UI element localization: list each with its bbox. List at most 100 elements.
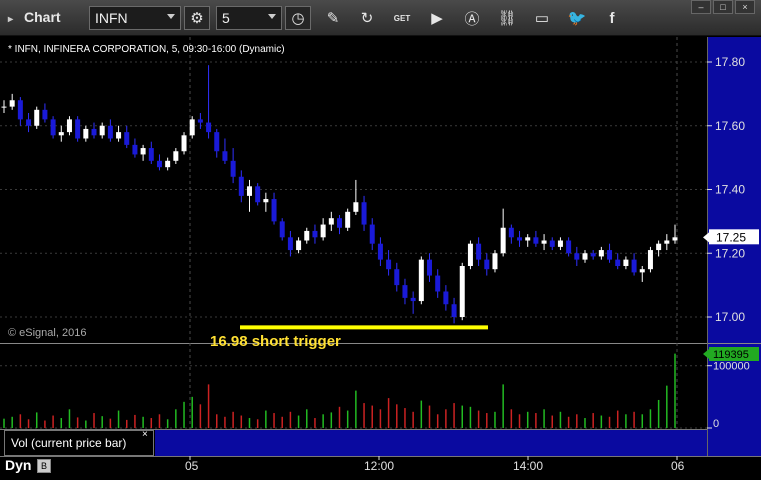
candle-body (541, 240, 547, 244)
candle-body (304, 230, 310, 241)
candle-body (263, 199, 269, 203)
candle-body (525, 237, 531, 241)
candle-body (467, 243, 473, 266)
candle-body (361, 202, 367, 225)
study-bar (155, 430, 707, 456)
volume-study-label[interactable]: Vol (current price bar) (4, 430, 154, 456)
candle-body (476, 243, 482, 260)
candle-body (197, 119, 203, 123)
candle-body (500, 227, 506, 254)
candle-body (345, 211, 351, 228)
candle-body (9, 100, 15, 107)
chart-header: * INFN, INFINERA CORPORATION, 5, 09:30-1… (8, 44, 285, 55)
last-price-value: 17.25 (716, 230, 746, 244)
candle-body (598, 250, 604, 257)
candle-body (320, 224, 326, 238)
candle-body (173, 151, 179, 161)
candle-body (271, 199, 277, 222)
candle-body (582, 253, 588, 260)
candle-body (377, 243, 383, 260)
candle-body (337, 218, 342, 228)
dyn-label[interactable]: Dyn (5, 457, 31, 473)
price-tick-label: 17.20 (715, 246, 745, 260)
candle-body (165, 160, 171, 168)
watermark: © eSignal, 2016 (8, 327, 87, 339)
candle-body (238, 176, 244, 196)
candle-body (435, 275, 441, 292)
candle-body (664, 240, 670, 244)
candle-body (132, 144, 138, 155)
candle-body (116, 132, 122, 139)
candle-body (402, 285, 408, 298)
candle-body (427, 259, 433, 276)
candle-body (533, 237, 539, 244)
candle-body (615, 259, 621, 266)
candle-body (91, 128, 97, 136)
candle-body (17, 100, 23, 120)
candle-body (255, 186, 261, 203)
candle-body (312, 230, 318, 238)
candle-body (189, 119, 195, 136)
time-label-05: 05 (185, 459, 199, 473)
time-label-1400: 14:00 (513, 459, 544, 473)
candle-body (484, 259, 490, 270)
last-volume-value: 119395 (713, 349, 749, 361)
volume-tick-label: 0 (713, 418, 719, 430)
candle-body (607, 250, 613, 260)
candle-body (508, 227, 514, 238)
candle-body (410, 297, 416, 302)
close-icon[interactable]: × (142, 429, 148, 440)
candle-body (58, 132, 64, 136)
candle-body (230, 160, 236, 177)
candle-body (83, 128, 89, 139)
candle-body (26, 119, 32, 126)
time-label-06: 06 (671, 459, 685, 473)
candle-body (124, 132, 130, 145)
candle-body (328, 218, 334, 225)
candle-body (222, 151, 228, 161)
candle-body (566, 240, 572, 254)
candle-body (66, 119, 72, 133)
candle-body (156, 160, 162, 168)
candle-body (107, 125, 113, 139)
candle-body (451, 304, 457, 317)
candle-body (517, 237, 523, 241)
candle-body (631, 259, 637, 273)
candle-body (42, 109, 48, 120)
candle-body (557, 240, 563, 247)
volume-tick-label: 100000 (713, 361, 750, 373)
candle-body (590, 253, 596, 257)
dyn-toggle-button[interactable]: B (37, 459, 51, 473)
candle-body (75, 119, 81, 139)
candle-body (672, 237, 678, 241)
candle-body (549, 240, 555, 247)
candle-body (394, 269, 400, 286)
candle-body (492, 253, 498, 270)
candle-body (1, 106, 7, 108)
candle-body (148, 148, 154, 161)
candle-body (99, 125, 105, 136)
time-label-1200: 12:00 (364, 459, 395, 473)
candle-body (443, 291, 449, 305)
candle-body (369, 224, 375, 244)
candle-body (639, 269, 645, 273)
candle-body (181, 135, 187, 152)
price-tick-label: 17.80 (715, 55, 745, 69)
candle-body (140, 148, 146, 155)
price-chart[interactable]: 17.80 17.60 17.40 17.20 17.00 17.25 100000 0 119… (0, 0, 761, 480)
candle-body (647, 250, 653, 270)
candle-body (296, 240, 302, 251)
candle-body (214, 132, 220, 152)
chart-window: ▸ Chart INFN ⚙ 5 ◷ ✎ ↻ GET ▶ Ⓐ ⛓ ▭ 🐦 f – … (0, 0, 761, 480)
candle-body (656, 243, 662, 251)
price-tick-label: 17.00 (715, 310, 745, 324)
candle-body (418, 259, 424, 302)
price-tick-label: 17.60 (715, 119, 745, 133)
candle-body (459, 266, 465, 317)
annotation-text: 16.98 short trigger (210, 333, 341, 350)
candle-body (34, 109, 40, 126)
candle-body (623, 259, 629, 266)
candle-body (353, 202, 359, 212)
candle-body (574, 253, 580, 260)
volume-study-text: Vol (current price bar) (11, 436, 127, 450)
